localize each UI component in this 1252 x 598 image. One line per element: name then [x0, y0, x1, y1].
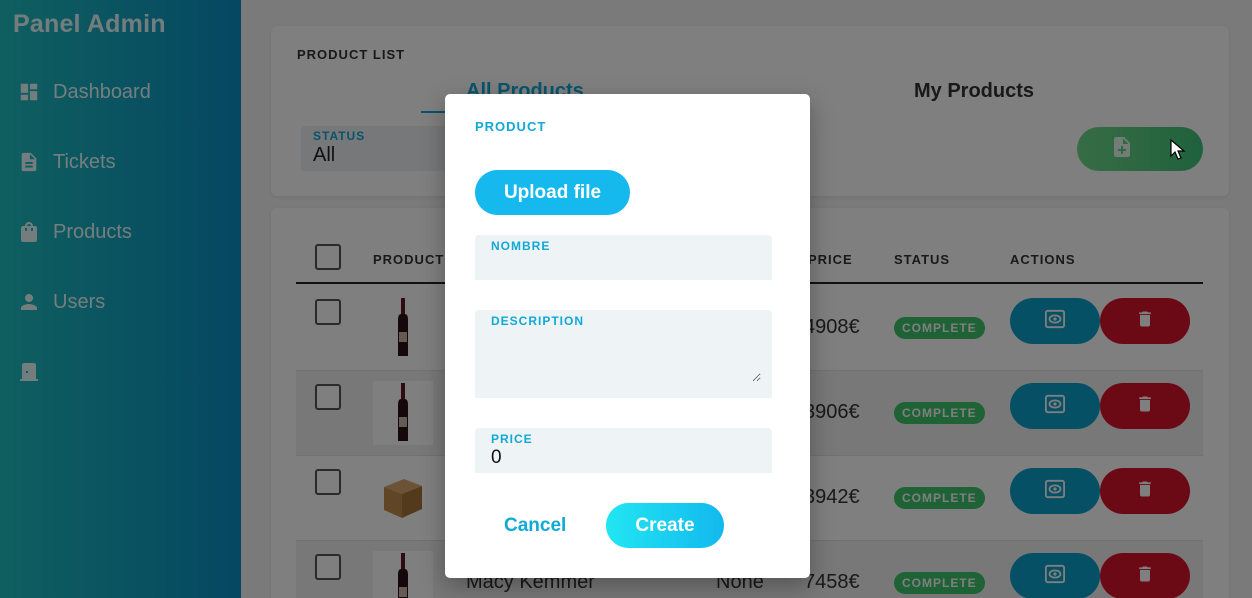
nombre-field[interactable]: NOMBRE [475, 235, 772, 280]
description-field[interactable]: DESCRIPTION [475, 310, 772, 398]
product-dialog: PRODUCT Upload file NOMBRE DESCRIPTION P… [445, 94, 810, 578]
price-field[interactable]: PRICE [475, 428, 772, 473]
mouse-cursor-icon [1170, 138, 1186, 166]
nombre-input[interactable] [491, 255, 756, 277]
create-button[interactable]: Create [606, 503, 724, 548]
cancel-button[interactable]: Cancel [485, 503, 585, 548]
price-label: PRICE [491, 432, 533, 446]
description-input[interactable] [491, 332, 761, 382]
nombre-label: NOMBRE [491, 239, 551, 253]
dialog-title: PRODUCT [475, 119, 547, 134]
description-label: DESCRIPTION [491, 314, 585, 328]
upload-file-button[interactable]: Upload file [475, 170, 630, 215]
price-input[interactable] [491, 446, 756, 470]
